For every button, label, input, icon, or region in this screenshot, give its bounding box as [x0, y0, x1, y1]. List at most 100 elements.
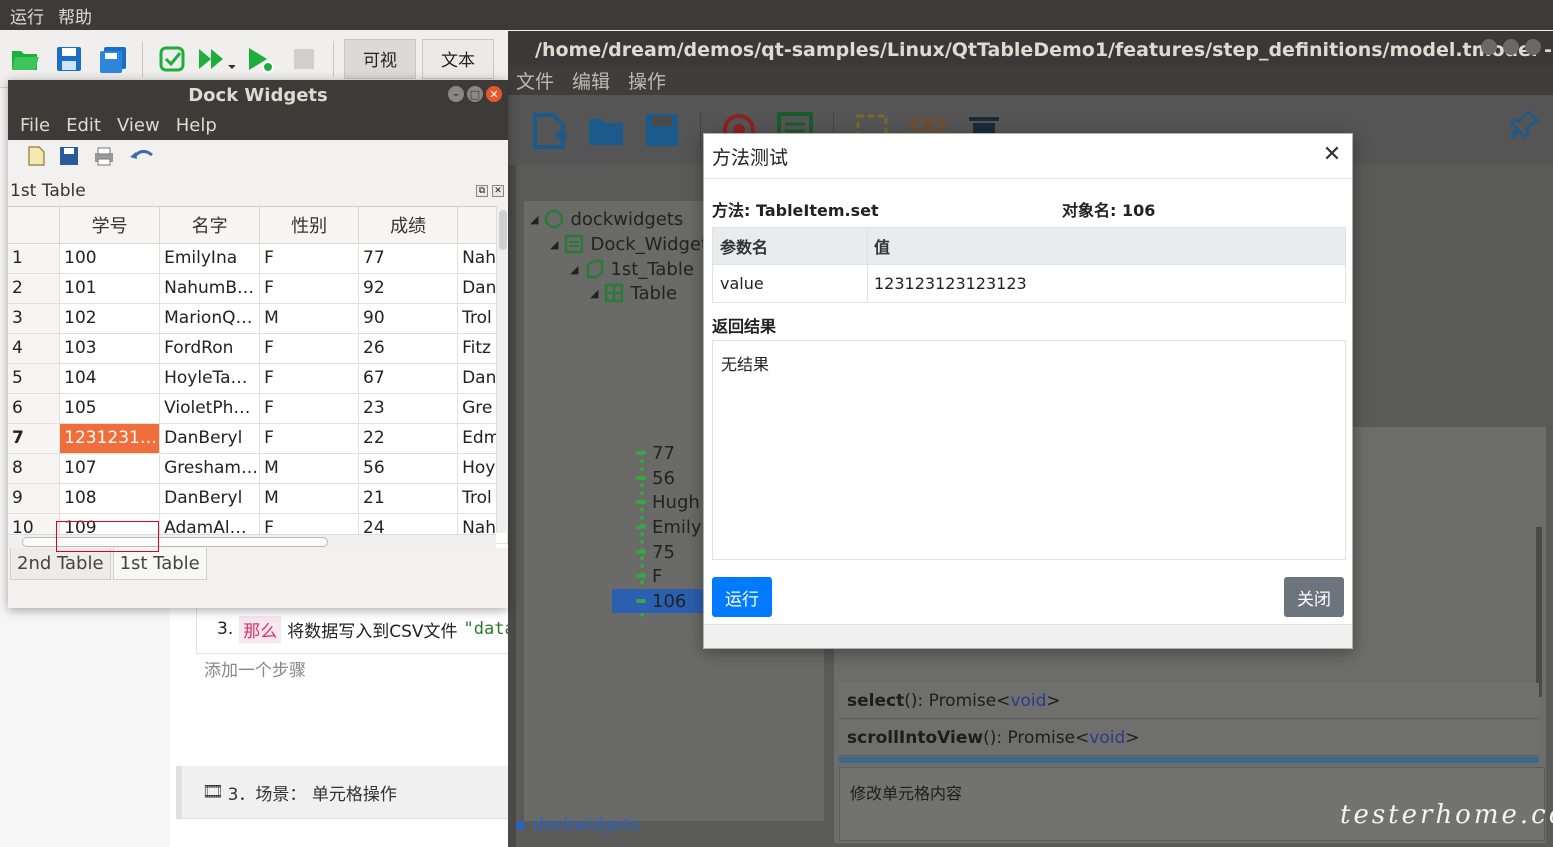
pin-icon[interactable]	[1509, 109, 1541, 143]
menu-run[interactable]: 运行	[10, 3, 44, 28]
corner-cell[interactable]	[8, 207, 61, 244]
table-cell[interactable]: 108	[59, 483, 161, 514]
table-cell[interactable]: 67	[358, 363, 459, 394]
close-panel-button[interactable]: ✕	[492, 185, 504, 197]
row-header[interactable]: 3	[8, 303, 61, 334]
tree-node-root[interactable]: ◢ dockwidgets	[530, 207, 683, 231]
table-cell[interactable]: EmilyIna	[159, 243, 261, 274]
collapse-arrow-icon[interactable]: ◢	[570, 263, 578, 276]
tree-item[interactable]: 77	[636, 441, 675, 465]
table-cell[interactable]: F	[259, 423, 360, 454]
new-document-icon[interactable]	[26, 145, 46, 171]
tab-2nd-table[interactable]: 2nd Table	[10, 548, 111, 580]
table-row[interactable]: 1 100 EmilyIna F 77 Nah	[8, 243, 508, 274]
column-header[interactable]: 名字	[159, 207, 261, 244]
undo-icon[interactable]	[128, 145, 154, 171]
menu-help[interactable]: Help	[176, 115, 217, 136]
maximize-button[interactable]: □	[467, 86, 483, 102]
tree-item[interactable]: Emily	[636, 515, 702, 539]
table-row[interactable]: 2 101 NahumB… F 92 Dan	[8, 273, 508, 304]
table-cell[interactable]: M	[259, 303, 360, 334]
tree-item[interactable]: Hugh	[636, 490, 700, 514]
column-header[interactable]: 学号	[59, 207, 161, 244]
float-button[interactable]: ⧉	[476, 185, 488, 197]
table-cell[interactable]: 105	[59, 393, 161, 424]
tree-item[interactable]: 56	[636, 466, 675, 490]
table-cell[interactable]: MarionQ…	[159, 303, 261, 334]
table-cell[interactable]: VioletPh…	[159, 393, 261, 424]
step-row[interactable]: 3. 那么 将数据写入到CSV文件 "data	[196, 604, 516, 654]
table-cell[interactable]: 101	[59, 273, 161, 304]
collapse-arrow-icon[interactable]: ◢	[530, 213, 538, 226]
menu-view[interactable]: View	[117, 115, 160, 136]
table-cell[interactable]: F	[259, 393, 360, 424]
table-cell[interactable]: 100	[59, 243, 161, 274]
menu-actions[interactable]: 操作	[628, 67, 666, 94]
row-header[interactable]: 9	[8, 483, 61, 514]
tree-item-selected[interactable]: 106	[612, 589, 712, 613]
vertical-scrollbar[interactable]	[496, 206, 508, 533]
table-cell[interactable]: F	[259, 363, 360, 394]
row-header[interactable]: 4	[8, 333, 61, 364]
table-cell[interactable]: 1231231…	[59, 423, 161, 454]
table-cell[interactable]: 77	[358, 243, 459, 274]
table-cell[interactable]: FordRon	[159, 333, 261, 364]
table-cell[interactable]: M	[259, 483, 360, 514]
run-icon[interactable]	[241, 40, 279, 78]
collapse-arrow-icon[interactable]: ◢	[550, 238, 558, 251]
save-icon[interactable]	[58, 145, 80, 171]
text-mode-button[interactable]: 文本	[422, 38, 494, 79]
check-icon[interactable]	[153, 40, 191, 78]
menu-edit[interactable]: Edit	[66, 115, 101, 136]
scroll-thumb[interactable]	[499, 210, 507, 250]
row-header[interactable]: 6	[8, 393, 61, 424]
table-cell[interactable]: 104	[59, 363, 161, 394]
table-cell[interactable]: NahumB…	[159, 273, 261, 304]
stop-icon[interactable]	[285, 40, 323, 78]
save-icon[interactable]	[640, 108, 684, 152]
run-button[interactable]: 运行	[712, 577, 772, 617]
table-cell[interactable]: HoyleTa…	[159, 363, 261, 394]
new-file-icon[interactable]	[528, 108, 572, 152]
table-cell[interactable]: 102	[59, 303, 161, 334]
save-icon[interactable]	[50, 40, 88, 78]
table-cell[interactable]: DanBeryl	[159, 483, 261, 514]
open-folder-icon[interactable]	[584, 108, 628, 152]
maximize-button[interactable]	[1503, 39, 1519, 55]
tree-item[interactable]: F	[636, 564, 662, 588]
method-row-scroll[interactable]: scrollIntoView (): Promise< void >	[839, 720, 1539, 756]
minimize-button[interactable]: –	[448, 86, 464, 102]
open-folder-icon[interactable]	[6, 40, 44, 78]
scene-heading[interactable]: 🎞 3．场景： 单元格操作	[176, 766, 516, 818]
table-row[interactable]: 4 103 FordRon F 26 Fitz	[8, 333, 508, 364]
table-cell[interactable]: 21	[358, 483, 459, 514]
close-button[interactable]: 关闭	[1284, 577, 1344, 617]
tab-1st-table[interactable]: 1st Table	[112, 548, 207, 580]
table-row[interactable]: 6 105 VioletPh… F 23 Gre	[8, 393, 508, 424]
table-cell[interactable]: 92	[358, 273, 459, 304]
table-row[interactable]: 8 107 Gresham… M 56 Hoy	[8, 453, 508, 484]
table-cell[interactable]: 23	[358, 393, 459, 424]
collapse-arrow-icon[interactable]: ◢	[590, 287, 598, 300]
table-cell[interactable]: 107	[59, 453, 161, 484]
table-cell[interactable]: 103	[59, 333, 161, 364]
add-step-link[interactable]: 添加一个步骤	[204, 656, 306, 681]
row-header[interactable]: 2	[8, 273, 61, 304]
param-value-input[interactable]: 123123123123123	[868, 265, 1345, 302]
table-cell[interactable]: DanBeryl	[159, 423, 261, 454]
menu-file[interactable]: File	[20, 115, 50, 136]
row-header[interactable]: 5	[8, 363, 61, 394]
save-all-icon[interactable]	[94, 40, 132, 78]
method-row-select[interactable]: select (): Promise< void >	[839, 683, 1539, 719]
column-header[interactable]: 性别	[259, 207, 360, 244]
row-header[interactable]: 7	[8, 423, 61, 454]
table-row[interactable]: 5 104 HoyleTa… F 67 Dan	[8, 363, 508, 394]
minimize-button[interactable]	[1481, 39, 1497, 55]
close-icon[interactable]: ✕	[1321, 144, 1343, 166]
row-header[interactable]: 1	[8, 243, 61, 274]
scrollbar[interactable]	[1536, 527, 1542, 697]
close-window-button[interactable]: ✕	[486, 86, 502, 102]
table-row[interactable]: 3 102 MarionQ… M 90 Trol	[8, 303, 508, 334]
tree-node-table[interactable]: ◢ Table	[590, 281, 677, 305]
tree-node-dock[interactable]: ◢ Dock_Widget	[550, 232, 708, 256]
